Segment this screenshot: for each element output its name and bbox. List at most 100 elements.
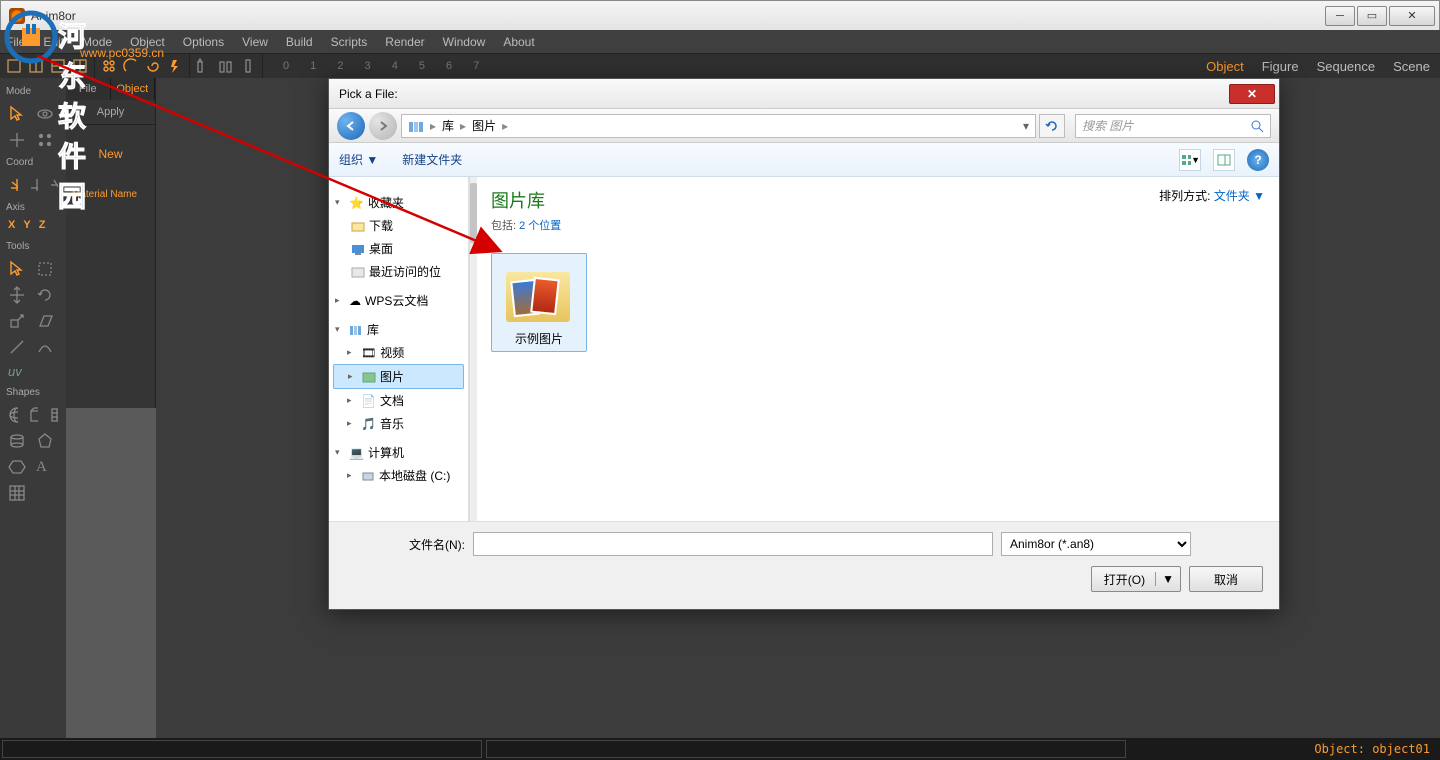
cylinder-icon[interactable] — [8, 432, 26, 450]
tree-recent[interactable]: 最近访问的位 — [369, 263, 441, 280]
close-button[interactable]: ✕ — [1389, 6, 1435, 26]
tree-desktop[interactable]: 桌面 — [369, 240, 393, 257]
mode-tab-figure[interactable]: Figure — [1262, 59, 1299, 74]
mode-tab-object[interactable]: Object — [1206, 59, 1244, 74]
text-tool-icon[interactable]: A — [36, 459, 47, 476]
materials-tab-file[interactable]: File — [66, 78, 111, 100]
status-object-label: Object: object01 — [1314, 742, 1430, 756]
marker-c-icon[interactable] — [240, 58, 256, 74]
nav-back-button[interactable] — [337, 112, 365, 140]
search-input[interactable]: 搜索 图片 — [1075, 114, 1271, 138]
cancel-button[interactable]: 取消 — [1189, 566, 1263, 592]
move-icon[interactable] — [8, 131, 26, 149]
tree-docs[interactable]: 文档 — [380, 392, 404, 409]
menu-window[interactable]: Window — [443, 35, 486, 49]
sphere-icon[interactable] — [8, 406, 18, 424]
hexagon-icon[interactable] — [8, 458, 26, 476]
nav-forward-button[interactable] — [369, 112, 397, 140]
section-axis: Axis — [0, 198, 66, 217]
axis-labels: X Y Z — [0, 217, 66, 237]
mode-tab-sequence[interactable]: Sequence — [1317, 59, 1376, 74]
address-bar[interactable]: ▸ 库 ▸ 图片 ▸ ▾ — [401, 114, 1036, 138]
help-button[interactable]: ? — [1247, 149, 1269, 171]
menu-mode[interactable]: Mode — [82, 35, 112, 49]
materials-tab-object[interactable]: Object — [111, 78, 156, 100]
menu-object[interactable]: Object — [130, 35, 165, 49]
points-icon[interactable] — [36, 131, 54, 149]
axis1-icon[interactable] — [8, 176, 18, 194]
refresh-button[interactable] — [1039, 114, 1065, 138]
menu-file[interactable]: File — [6, 35, 25, 49]
arc-icon[interactable] — [123, 58, 139, 74]
select-icon[interactable] — [8, 260, 26, 278]
menu-render[interactable]: Render — [385, 35, 424, 49]
folder-tree: ▾⭐ 收藏夹 下载 桌面 最近访问的位 ▸☁ WPS云文档 ▾ 库 ▸🎞 视频 … — [329, 177, 469, 521]
cylinder-grid-icon[interactable] — [48, 406, 58, 424]
breadcrumb-1[interactable]: 图片 — [472, 117, 496, 134]
view-mode-button[interactable]: ▼ — [1179, 149, 1201, 171]
line-icon[interactable] — [8, 338, 26, 356]
marker-a-icon[interactable] — [196, 58, 212, 74]
tree-wps[interactable]: WPS云文档 — [365, 292, 428, 309]
axis2-icon[interactable] — [28, 176, 38, 194]
section-shapes: Shapes — [0, 383, 66, 402]
curve-icon[interactable] — [36, 338, 54, 356]
tree-library[interactable]: 库 — [367, 321, 379, 338]
flash-icon[interactable] — [167, 58, 183, 74]
tree-music[interactable]: 音乐 — [380, 415, 404, 432]
organize-button[interactable]: 组织 ▼ — [339, 151, 378, 168]
axis-z[interactable]: Z — [39, 219, 46, 231]
tree-scrollbar[interactable] — [469, 177, 477, 521]
materials-new[interactable]: New — [66, 125, 155, 183]
sort-value[interactable]: 文件夹 ▼ — [1214, 189, 1265, 203]
viewport-split-h-icon[interactable] — [50, 58, 66, 74]
spiral-icon[interactable] — [145, 58, 161, 74]
tree-downloads[interactable]: 下载 — [369, 217, 393, 234]
dialog-close-button[interactable]: ✕ — [1229, 84, 1275, 104]
viewport-quad-icon[interactable] — [72, 58, 88, 74]
materials-apply[interactable]: Apply — [66, 100, 155, 125]
menu-build[interactable]: Build — [286, 35, 313, 49]
grid-icon[interactable] — [8, 484, 26, 502]
scale-icon[interactable] — [8, 312, 26, 330]
cluster-icon[interactable] — [101, 58, 117, 74]
filename-input[interactable] — [473, 532, 993, 556]
shear-icon[interactable] — [36, 312, 54, 330]
mode-tab-scene[interactable]: Scene — [1393, 59, 1430, 74]
tree-disk-c[interactable]: 本地磁盘 (C:) — [379, 467, 450, 484]
preview-pane-button[interactable] — [1213, 149, 1235, 171]
axis-y[interactable]: Y — [23, 219, 30, 231]
file-list: 图片库 包括: 2 个位置 排列方式: 文件夹 ▼ 示例图片 — [477, 177, 1279, 521]
marker-b-icon[interactable] — [218, 58, 234, 74]
uv-label[interactable]: uv — [8, 364, 22, 379]
tree-video[interactable]: 视频 — [380, 344, 404, 361]
filetype-select[interactable]: Anim8or (*.an8) — [1001, 532, 1191, 556]
viewport-single-icon[interactable] — [6, 58, 22, 74]
open-button[interactable]: 打开(O)▼ — [1091, 566, 1181, 592]
menu-view[interactable]: View — [242, 35, 268, 49]
breadcrumb-0[interactable]: 库 — [442, 117, 454, 134]
app-icon — [9, 8, 25, 24]
viewport-split-v-icon[interactable] — [28, 58, 44, 74]
axis3-icon[interactable] — [48, 176, 58, 194]
maximize-button[interactable]: ▭ — [1357, 6, 1387, 26]
menu-scripts[interactable]: Scripts — [331, 35, 368, 49]
menu-edit[interactable]: Edit — [43, 35, 64, 49]
pan-icon[interactable] — [8, 286, 26, 304]
marquee-icon[interactable] — [36, 260, 54, 278]
menu-options[interactable]: Options — [183, 35, 224, 49]
library-locations-link[interactable]: 2 个位置 — [519, 220, 561, 232]
eye-icon[interactable] — [36, 105, 54, 123]
newfolder-button[interactable]: 新建文件夹 — [402, 151, 462, 168]
folder-item-sample[interactable]: 示例图片 — [491, 253, 587, 352]
cube-icon[interactable] — [28, 406, 38, 424]
tree-favorites[interactable]: 收藏夹 — [368, 194, 404, 211]
pointer-icon[interactable] — [8, 105, 26, 123]
rotate-icon[interactable] — [36, 286, 54, 304]
tree-computer[interactable]: 计算机 — [368, 444, 404, 461]
menu-about[interactable]: About — [503, 35, 534, 49]
polygon-icon[interactable] — [36, 432, 54, 450]
minimize-button[interactable]: ─ — [1325, 6, 1355, 26]
tree-images[interactable]: 图片 — [380, 368, 404, 385]
axis-x[interactable]: X — [8, 219, 15, 231]
